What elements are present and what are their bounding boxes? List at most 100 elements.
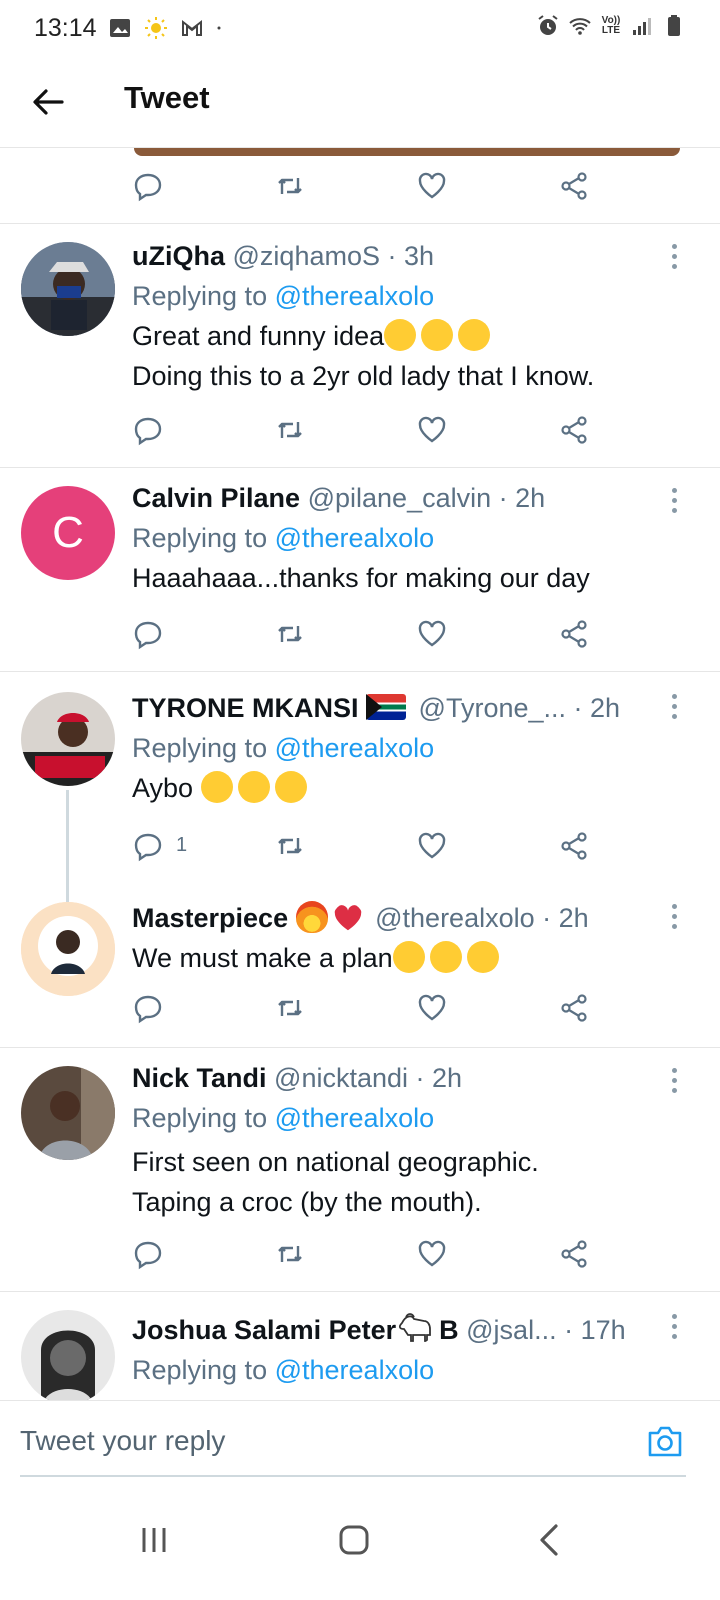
author-handle[interactable]: @ziqhamoS — [233, 241, 380, 271]
retweet-button[interactable] — [274, 414, 308, 448]
red-heart-emoji — [334, 905, 361, 931]
weather-sun-icon — [145, 17, 167, 39]
reply-button[interactable] — [132, 992, 166, 1026]
reply-tweet[interactable]: C Calvin Pilane @pilane_calvin · 2h Repl… — [0, 468, 720, 672]
battery-icon — [668, 15, 680, 36]
reply-tweet[interactable]: Masterpiece @therealxolo · 2h We must ma… — [0, 882, 720, 1048]
south-africa-flag-emoji — [366, 694, 407, 720]
like-button[interactable] — [416, 414, 450, 448]
signal-icon — [633, 18, 651, 35]
author-handle[interactable]: @nicktandi — [274, 1063, 408, 1093]
status-time: 13:14 — [34, 14, 97, 42]
reply-tweet[interactable]: Nick Tandi @nicktandi · 2h Replying to @… — [0, 1048, 720, 1292]
author-handle[interactable]: @therealxolo — [375, 903, 535, 933]
tweet-reply-input[interactable] — [20, 1419, 620, 1463]
reply-button[interactable] — [132, 830, 166, 864]
media-image-bottom[interactable] — [134, 148, 680, 156]
tweet-time: · 2h — [573, 693, 621, 723]
replying-to: Replying to @therealxolo — [132, 728, 680, 768]
avatar[interactable]: C — [21, 486, 115, 580]
share-button[interactable] — [558, 414, 592, 448]
fire-emoji — [295, 901, 328, 933]
avatar[interactable] — [21, 1066, 115, 1160]
avatar[interactable] — [21, 1310, 115, 1400]
reply-button[interactable] — [132, 1238, 166, 1272]
tweet-time: · 17h — [564, 1315, 626, 1345]
tweet-text-line: Aybo — [132, 773, 194, 803]
reply-icon — [134, 621, 162, 650]
replying-prefix: Replying to — [132, 523, 268, 553]
share-button[interactable] — [558, 170, 592, 204]
retweet-icon — [278, 1246, 302, 1262]
mention-link[interactable]: @therealxolo — [275, 1103, 435, 1133]
main-tweet-actions — [0, 168, 720, 224]
camera-icon[interactable] — [646, 1423, 684, 1459]
mention-link[interactable]: @therealxolo — [275, 523, 435, 553]
reply-tweet[interactable]: uZiQha @ziqhamoS · 3h Replying to @there… — [0, 224, 720, 468]
replying-to: Replying to @therealxolo — [132, 1098, 680, 1138]
more-options-icon[interactable] — [670, 904, 678, 930]
reply-icon — [134, 417, 162, 446]
avatar[interactable] — [21, 242, 115, 336]
reply-count: 1 — [176, 834, 188, 856]
share-button[interactable] — [558, 618, 592, 652]
share-icon — [561, 620, 587, 648]
reply-icon — [134, 995, 162, 1024]
heart-icon — [418, 832, 446, 859]
reply-tweet[interactable]: TYRONE MKANSI @Tyrone_... · 2h Replying … — [0, 672, 720, 882]
tweet-time: · 2h — [415, 1063, 463, 1093]
share-icon — [561, 1240, 587, 1268]
reply-button[interactable] — [132, 170, 166, 204]
more-options-icon[interactable] — [670, 1314, 678, 1340]
mention-link[interactable]: @therealxolo — [275, 733, 435, 763]
share-button[interactable] — [558, 1238, 592, 1272]
reply-input-underline — [20, 1475, 686, 1477]
author-name[interactable]: Nick Tandi — [132, 1063, 267, 1093]
more-options-icon[interactable] — [670, 244, 678, 270]
mention-link[interactable]: @therealxolo — [275, 1355, 435, 1385]
reply-button[interactable] — [132, 414, 166, 448]
avatar[interactable] — [21, 902, 115, 996]
author-name[interactable]: Joshua Salami Peter — [132, 1315, 396, 1345]
share-button[interactable] — [558, 992, 592, 1026]
author-name[interactable]: Calvin Pilane — [132, 483, 300, 513]
author-handle[interactable]: @jsal... — [466, 1315, 556, 1345]
back-arrow-icon[interactable] — [28, 82, 68, 122]
retweet-button[interactable] — [274, 830, 308, 864]
retweet-button[interactable] — [274, 992, 308, 1026]
share-icon — [561, 994, 587, 1022]
back-icon[interactable] — [520, 1510, 580, 1570]
recent-apps-icon[interactable] — [124, 1510, 184, 1570]
retweet-button[interactable] — [274, 170, 308, 204]
more-options-icon[interactable] — [670, 488, 678, 514]
replying-prefix: Replying to — [132, 733, 268, 763]
retweet-button[interactable] — [274, 618, 308, 652]
system-nav-bar — [0, 1480, 720, 1600]
gmail-icon — [182, 19, 202, 36]
author-name[interactable]: uZiQha — [132, 241, 225, 271]
reply-tweet[interactable]: Joshua Salami Peter B @jsal... · 17h Repl… — [0, 1292, 720, 1400]
mention-link[interactable]: @therealxolo — [275, 281, 435, 311]
like-button[interactable] — [416, 992, 450, 1026]
reply-icon — [134, 833, 162, 862]
reply-button[interactable] — [132, 618, 166, 652]
home-icon[interactable] — [324, 1510, 384, 1570]
replying-prefix: Replying to — [132, 1355, 268, 1385]
share-button[interactable] — [558, 830, 592, 864]
author-handle[interactable]: @Tyrone_... — [419, 693, 566, 723]
like-button[interactable] — [416, 830, 450, 864]
more-options-icon[interactable] — [670, 694, 678, 720]
retweet-button[interactable] — [274, 1238, 308, 1272]
heart-icon — [418, 172, 446, 199]
like-button[interactable] — [416, 170, 450, 204]
author-handle[interactable]: @pilane_calvin — [308, 483, 492, 513]
like-button[interactable] — [416, 1238, 450, 1272]
tweet-header: Nick Tandi @nicktandi · 2h — [132, 1058, 680, 1098]
more-options-icon[interactable] — [670, 1068, 678, 1094]
wifi-icon — [569, 18, 591, 35]
like-button[interactable] — [416, 618, 450, 652]
author-name[interactable]: TYRONE MKANSI — [132, 693, 359, 723]
retweet-icon — [278, 626, 302, 642]
author-name[interactable]: Masterpiece — [132, 903, 288, 933]
avatar[interactable] — [21, 692, 115, 786]
